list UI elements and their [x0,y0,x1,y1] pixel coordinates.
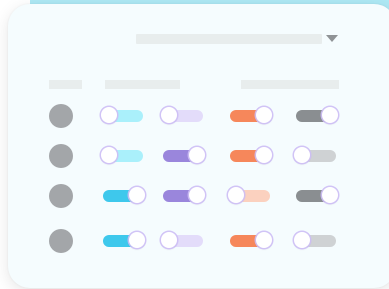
toggle-knob [129,187,145,203]
column-header-permissions [241,80,339,89]
chevron-down-icon[interactable] [326,35,338,42]
filter-dropdown[interactable] [136,34,322,44]
table-row [8,184,389,210]
avatar [49,229,73,253]
toggle-switch-cyan[interactable] [103,232,145,248]
toggle-knob [256,147,272,163]
toggle-knob [322,107,338,123]
column-header-avatar [49,80,82,89]
toggle-switch-purple[interactable] [161,107,203,123]
table-row [8,229,389,255]
toggle-knob [256,107,272,123]
toggle-knob [294,147,310,163]
toggle-switch-orange[interactable] [230,107,272,123]
toggle-switch-gray[interactable] [296,187,338,203]
toggle-knob [101,147,117,163]
avatar [49,144,73,168]
toggle-knob [129,232,145,248]
table-row [8,144,389,170]
toggle-switch-cyan[interactable] [101,147,143,163]
toggle-switch-cyan[interactable] [103,187,145,203]
toggle-knob [101,107,117,123]
avatar [49,104,73,128]
avatar [49,184,73,208]
toggle-knob [161,232,177,248]
toggle-switch-orange[interactable] [230,232,272,248]
toggle-switch-cyan[interactable] [101,107,143,123]
toggle-switch-gray[interactable] [294,147,336,163]
toggle-switch-gray[interactable] [294,232,336,248]
toggle-knob [256,232,272,248]
toggle-switch-purple[interactable] [161,232,203,248]
toggle-knob [189,187,205,203]
toggle-knob [228,187,244,203]
column-header-name [105,80,180,89]
toggle-knob [189,147,205,163]
toggle-switch-purple[interactable] [163,187,205,203]
permissions-card [8,4,389,288]
toggle-knob [161,107,177,123]
table-row [8,104,389,130]
toggle-switch-orange[interactable] [228,187,270,203]
toggle-switch-orange[interactable] [230,147,272,163]
toggle-knob [294,232,310,248]
toggle-switch-gray[interactable] [296,107,338,123]
toggle-knob [322,187,338,203]
toggle-switch-purple[interactable] [163,147,205,163]
